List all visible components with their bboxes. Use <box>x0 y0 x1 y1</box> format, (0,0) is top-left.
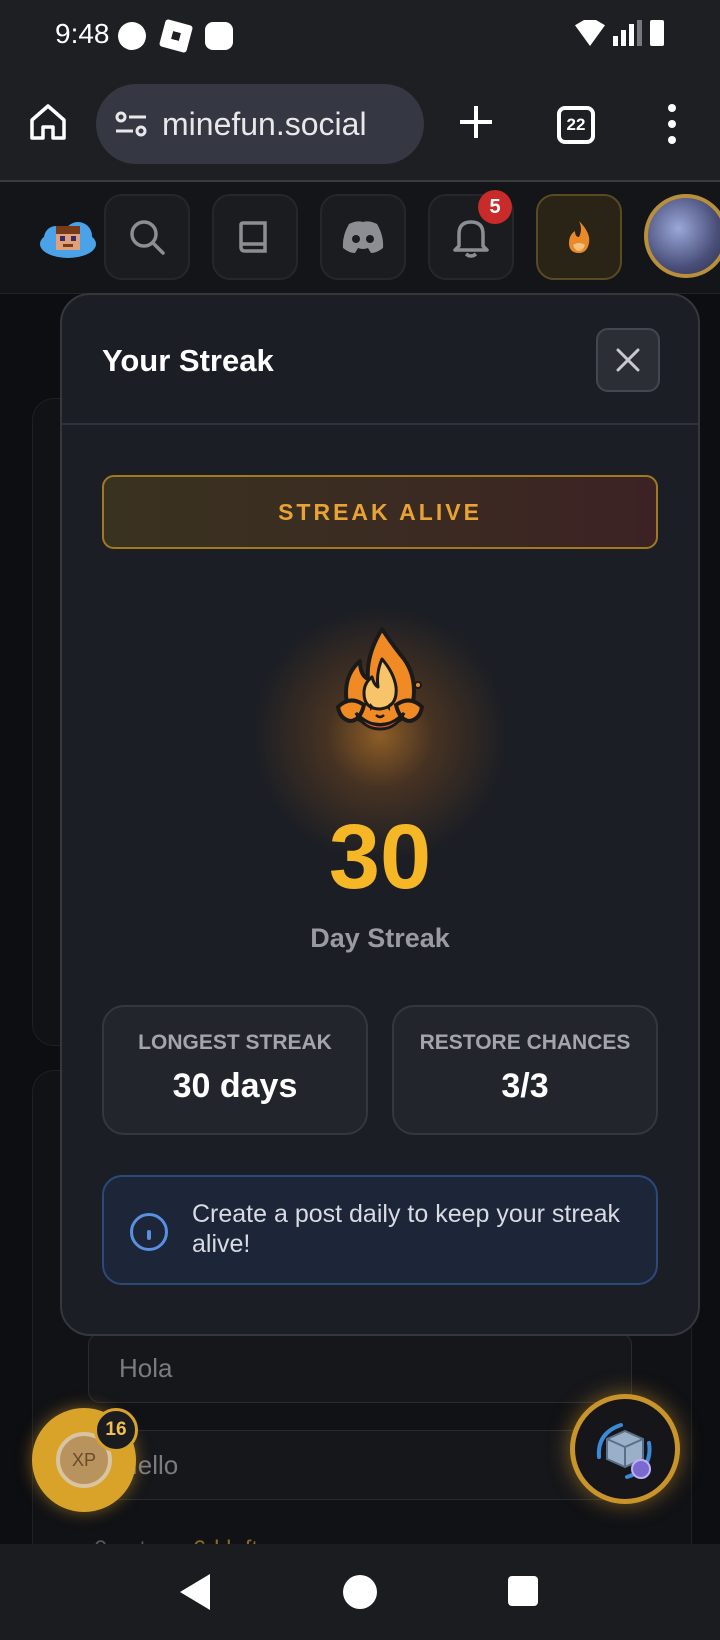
system-nav-bar <box>0 1544 720 1640</box>
more-vert-icon[interactable] <box>664 104 680 144</box>
xp-level-badge: 16 <box>94 1408 138 1452</box>
book-icon <box>239 221 267 253</box>
stat-label: RESTORE CHANCES <box>419 1031 631 1054</box>
close-icon <box>616 348 640 372</box>
status-bar: 9:48 <box>0 0 720 72</box>
address-bar[interactable]: minefun.social <box>96 84 424 164</box>
longest-streak-card: LONGEST STREAK 30 days <box>102 1005 368 1135</box>
home-icon[interactable] <box>28 102 68 142</box>
search-button[interactable] <box>104 194 190 280</box>
search-icon <box>130 220 165 255</box>
tabs-icon[interactable]: 22 <box>557 106 595 144</box>
stat-value: 3/3 <box>501 1067 549 1105</box>
stat-label: LONGEST STREAK <box>138 1031 332 1054</box>
app-notification-icon <box>205 22 233 50</box>
signal-icon <box>613 20 642 46</box>
home-circle-icon[interactable] <box>343 1575 377 1609</box>
streak-count: 30 <box>328 806 432 908</box>
wifi-icon <box>575 20 605 46</box>
ghost-notification-icon <box>118 22 146 50</box>
site-header: 5 <box>0 182 720 294</box>
notification-count-badge: 5 <box>478 190 512 224</box>
modal-title: Your Streak <box>102 343 274 378</box>
user-avatar[interactable] <box>644 194 720 278</box>
back-icon[interactable] <box>180 1574 210 1610</box>
status-indicators <box>575 20 664 46</box>
stat-value: 30 days <box>172 1067 298 1105</box>
cube-game-icon <box>596 1423 652 1479</box>
bell-icon <box>453 220 489 258</box>
info-box: Create a post daily to keep your streak … <box>102 1175 658 1285</box>
site-info-icon[interactable] <box>114 109 148 139</box>
flame-icon <box>569 221 590 253</box>
plus-icon[interactable] <box>456 102 496 142</box>
notifications-button[interactable]: 5 <box>428 190 514 280</box>
streak-modal: Your Streak STREAK ALIVE 30 Day Streak L… <box>60 293 700 1336</box>
site-logo[interactable] <box>38 214 98 260</box>
streak-label: Day Streak <box>310 923 450 953</box>
discord-button[interactable] <box>320 194 406 280</box>
url-text: minefun.social <box>162 105 367 142</box>
roblox-notification-icon <box>158 18 194 54</box>
poll-option[interactable]: Hola <box>88 1333 632 1403</box>
modal-header: Your Streak <box>62 295 698 425</box>
close-button[interactable] <box>596 328 660 392</box>
info-icon <box>130 1213 168 1251</box>
restore-chances-card: RESTORE CHANCES 3/3 <box>392 1005 658 1135</box>
recents-icon[interactable] <box>508 1576 538 1606</box>
guide-button[interactable] <box>212 194 298 280</box>
flame-icon <box>335 627 425 731</box>
streak-button[interactable] <box>536 194 622 280</box>
info-text: Create a post daily to keep your streak … <box>192 1200 621 1258</box>
streak-status-banner: STREAK ALIVE <box>102 475 658 549</box>
play-game-button[interactable] <box>570 1394 680 1504</box>
battery-icon <box>650 20 664 46</box>
status-time: 9:48 <box>55 18 110 49</box>
poll-option[interactable]: Hello <box>88 1430 632 1500</box>
browser-toolbar: minefun.social 22 <box>0 72 720 182</box>
discord-icon <box>342 221 384 253</box>
